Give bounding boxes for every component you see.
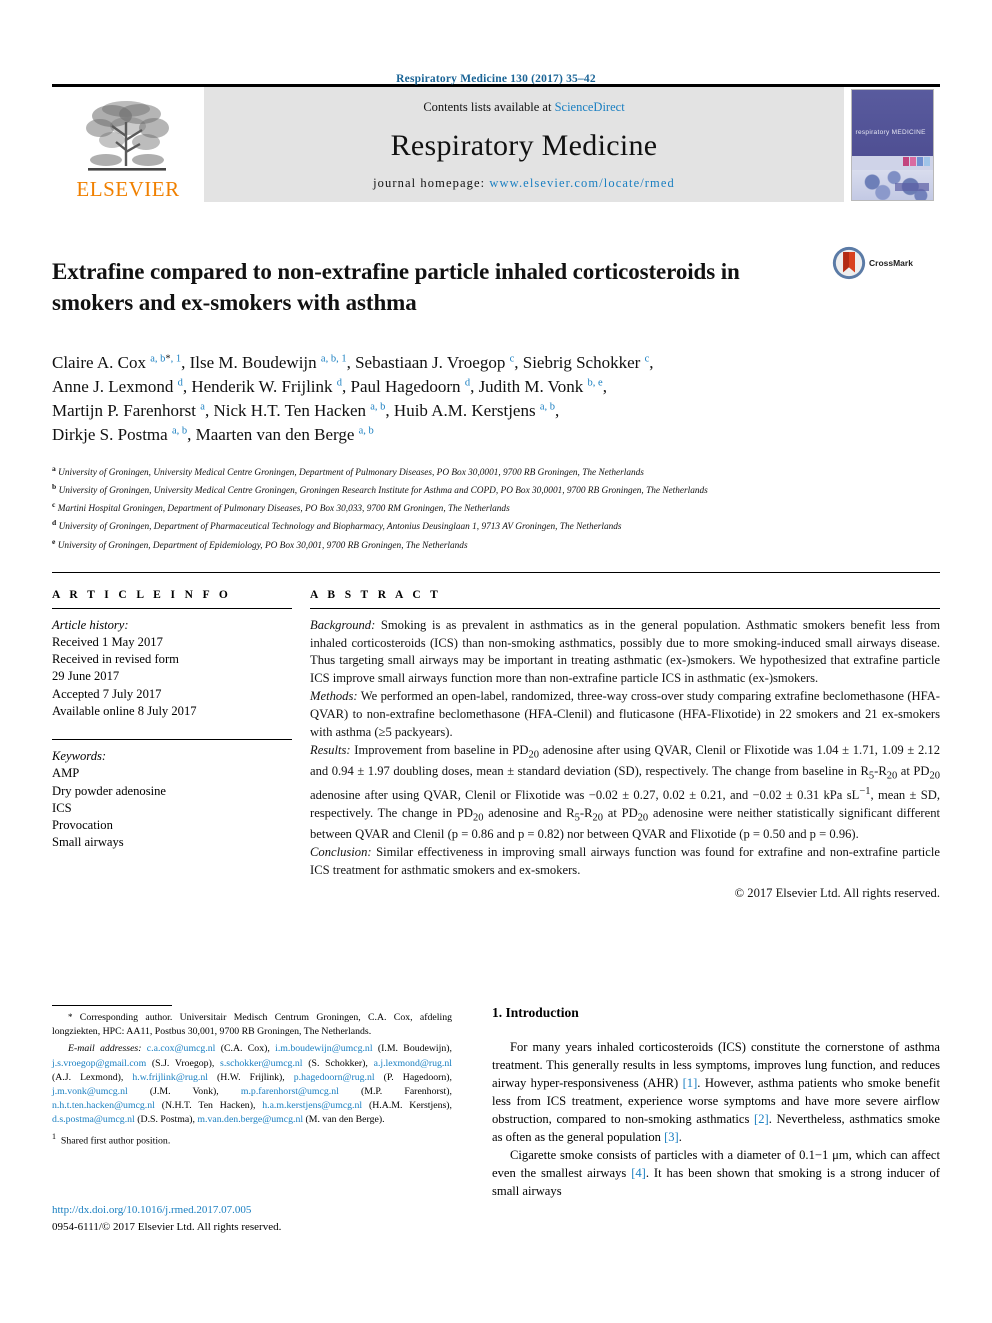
corresponding-author-note: * Corresponding author. Universitair Med…	[52, 1012, 452, 1038]
conclusion-label: Conclusion:	[310, 845, 372, 860]
email-addresses-note: E-mail addresses: c.a.cox@umcg.nl (C.A. …	[52, 1043, 452, 1126]
crossmark-label: CrossMark	[869, 258, 913, 268]
journal-masthead: ELSEVIER Contents lists available at Sci…	[52, 84, 940, 202]
methods-label: Methods:	[310, 689, 358, 704]
footnote-divider	[52, 1005, 172, 1006]
affiliation-text: University of Groningen, Department of P…	[58, 522, 622, 533]
section-divider	[52, 571, 940, 573]
paper-page: Respiratory Medicine 130 (2017) 35–42 EL…	[0, 0, 992, 1323]
article-info-column: A R T I C L E I N F O Article history: R…	[52, 589, 310, 903]
cover-caption-block	[894, 182, 929, 191]
results-text: Improvement from baseline in PD20 adenos…	[310, 742, 941, 842]
abstract-copyright: © 2017 Elsevier Ltd. All rights reserved…	[734, 885, 940, 900]
history-item: Received 1 May 2017	[52, 634, 163, 649]
intro-paragraph-1: For many years inhaled corticosteroids (…	[492, 1040, 941, 1144]
abstract-background: Background: Smoking is as prevalent in a…	[310, 617, 940, 689]
contents-banner: Contents lists available at ScienceDirec…	[204, 87, 844, 202]
background-text: Smoking is as prevalent in asthmatics as…	[310, 617, 940, 686]
abstract-heading: A B S T R A C T	[310, 588, 442, 601]
page-title: Extrafine compared to non-extrafine part…	[52, 259, 740, 315]
doi-link[interactable]: http://dx.doi.org/10.1016/j.rmed.2017.07…	[52, 1202, 281, 1219]
contents-prefix: Contents lists available at	[423, 100, 555, 114]
article-history-block: Article history: Received 1 May 2017 Rec…	[52, 617, 292, 721]
intro-paragraph-2: Cigarette smoke consists of particles wi…	[492, 1148, 940, 1198]
article-history-label: Article history:	[52, 617, 129, 632]
shared-first-author-note: 1 Shared first author position.	[52, 1131, 171, 1146]
keyword-item: Small airways	[52, 835, 124, 850]
history-item: 29 June 2017	[52, 669, 120, 684]
crossmark-icon	[832, 246, 866, 280]
affiliation-mark: c	[52, 500, 56, 510]
affiliation-mark: d	[52, 518, 57, 528]
introduction-body: For many years inhaled corticosteroids (…	[492, 1038, 940, 1200]
keyword-item: Provocation	[52, 818, 113, 833]
background-label: Background:	[310, 617, 376, 632]
abstract-conclusion: Conclusion: Similar effectiveness in imp…	[310, 844, 940, 880]
introduction-heading: 1. Introduction	[492, 1005, 579, 1020]
running-head: Respiratory Medicine 130 (2017) 35–42	[396, 73, 596, 85]
conclusion-text: Similar effectiveness in improving small…	[310, 845, 940, 877]
affiliation-mark: a	[52, 464, 56, 474]
affiliation-item: e University of Groningen, Department of…	[52, 536, 940, 554]
affiliation-text: Martini Hospital Groningen, Department o…	[57, 504, 510, 515]
affiliation-text: University of Groningen, Department of E…	[57, 540, 468, 551]
issn-copyright-line: 0954-6111/© 2017 Elsevier Ltd. All right…	[52, 1220, 282, 1233]
title-row: Extrafine compared to non-extrafine part…	[52, 242, 940, 334]
footnote-block: * Corresponding author. Universitair Med…	[52, 1011, 452, 1148]
affiliation-item: d University of Groningen, Department of…	[52, 517, 940, 535]
elsevier-tree-icon	[86, 101, 169, 171]
journal-homepage-line: journal homepage: www.elsevier.com/locat…	[373, 176, 675, 191]
methods-text: We performed an open-label, randomized, …	[310, 689, 940, 739]
elsevier-wordmark: ELSEVIER	[76, 177, 180, 201]
results-label: Results:	[310, 742, 351, 757]
cover-middle-bar	[851, 155, 933, 170]
affiliation-list: a University of Groningen, University Me…	[52, 463, 940, 554]
elsevier-logo: ELSEVIER	[52, 87, 204, 202]
keyword-item: ICS	[52, 800, 72, 815]
divider	[52, 739, 292, 741]
affiliation-item: c Martini Hospital Groningen, Department…	[52, 499, 940, 517]
history-item: Received in revised form	[52, 652, 179, 667]
crossmark-badge[interactable]: CrossMark	[832, 246, 913, 280]
contents-available-line: Contents lists available at ScienceDirec…	[423, 100, 624, 115]
keyword-item: AMP	[52, 766, 80, 781]
sciencedirect-link[interactable]: ScienceDirect	[555, 100, 625, 114]
affiliation-item: a University of Groningen, University Me…	[52, 463, 940, 481]
abstract-results: Results: Improvement from baseline in PD…	[310, 742, 940, 844]
journal-cover-thumbnail: respiratory MEDICINE	[850, 88, 934, 201]
history-item: Accepted 7 July 2017	[52, 686, 162, 701]
abstract-body: Background: Smoking is as prevalent in a…	[310, 617, 940, 903]
lower-columns: * Corresponding author. Universitair Med…	[52, 1005, 940, 1233]
introduction-column: 1. Introduction For many years inhaled c…	[472, 1005, 940, 1200]
keywords-label: Keywords:	[52, 749, 107, 764]
keywords-block: Keywords: AMP Dry powder adenosine ICS P…	[52, 748, 292, 852]
cover-top-band	[851, 89, 933, 156]
cover-title-text: respiratory MEDICINE	[855, 128, 926, 136]
homepage-prefix: journal homepage:	[373, 176, 490, 190]
affiliation-text: University of Groningen, University Medi…	[58, 468, 644, 479]
divider	[310, 607, 940, 609]
footnote-column: * Corresponding author. Universitair Med…	[52, 1005, 472, 1233]
keyword-item: Dry powder adenosine	[52, 783, 167, 798]
info-abstract-columns: A R T I C L E I N F O Article history: R…	[52, 589, 940, 903]
divider	[52, 607, 292, 609]
journal-title: Respiratory Medicine	[390, 128, 658, 162]
affiliation-mark: b	[52, 482, 57, 492]
cover-swatches	[902, 156, 930, 166]
abstract-column: A B S T R A C T Background: Smoking is a…	[310, 589, 940, 903]
homepage-link[interactable]: www.elsevier.com/locate/rmed	[489, 176, 675, 190]
history-item: Available online 8 July 2017	[52, 703, 197, 718]
affiliation-text: University of Groningen, University Medi…	[58, 486, 708, 497]
affiliation-item: b University of Groningen, University Me…	[52, 481, 940, 499]
abstract-methods: Methods: We performed an open-label, ran…	[310, 688, 940, 742]
author-list: Claire A. Cox a, b*, 1, Ilse M. Boudewij…	[52, 352, 654, 444]
affiliation-mark: e	[52, 536, 56, 546]
journal-cover-cell: respiratory MEDICINE	[844, 87, 940, 202]
article-info-heading: A R T I C L E I N F O	[52, 588, 232, 601]
doi-block: http://dx.doi.org/10.1016/j.rmed.2017.07…	[52, 1202, 281, 1235]
